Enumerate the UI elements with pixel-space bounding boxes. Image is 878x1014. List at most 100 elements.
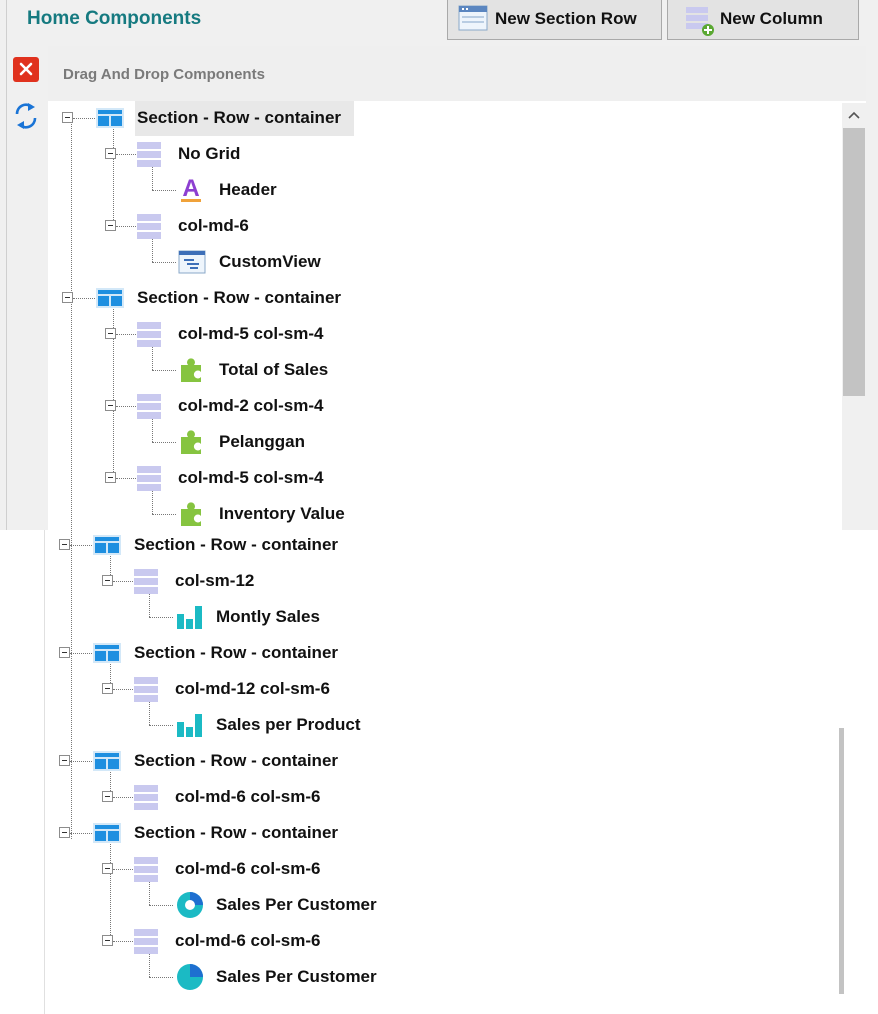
tree-connector [113,869,133,870]
column-icon [137,322,161,347]
tree-node-label[interactable]: Section - Row - container [137,288,341,308]
tree-node-label[interactable]: Sales Per Customer [216,895,377,915]
tree-connector [149,977,173,978]
tree-node-label[interactable]: col-sm-12 [175,571,254,591]
new-column-button[interactable]: New Column [667,0,859,40]
tree-connector [152,514,176,515]
tree-connector [116,406,136,407]
bar-chart-icon [177,606,202,629]
tree-connector [70,653,92,654]
tree-connector [73,118,95,119]
svg-text:A: A [182,176,199,202]
frame-border [6,0,7,530]
tree-node-label[interactable]: Sales per Product [216,715,361,735]
collapse-toggle[interactable] [105,328,116,339]
section-icon [96,108,124,128]
collapse-toggle[interactable] [102,791,113,802]
tree-node-label[interactable]: col-md-6 [178,216,249,236]
tree-node-label[interactable]: col-md-2 col-sm-4 [178,396,323,416]
close-button[interactable] [13,57,39,82]
collapse-toggle[interactable] [102,683,113,694]
tree-connector [152,442,176,443]
tree-connector [113,581,133,582]
close-icon [19,62,33,76]
collapse-toggle[interactable] [59,647,70,658]
bar-chart-icon [177,714,202,737]
tree-connector [149,617,173,618]
tree-connector [149,725,173,726]
tree-node-label[interactable]: CustomView [219,252,321,272]
section-icon [96,288,124,308]
tree-connector [71,124,72,839]
collapse-toggle[interactable] [62,292,73,303]
puzzle-icon [181,358,201,382]
tree-connector [113,689,133,690]
tree-node-label[interactable]: col-md-5 col-sm-4 [178,468,323,488]
tree-connector [70,761,92,762]
collapse-toggle[interactable] [59,539,70,550]
collapse-toggle[interactable] [102,575,113,586]
collapse-toggle[interactable] [102,863,113,874]
collapse-toggle[interactable] [62,112,73,123]
column-icon [137,214,161,239]
tree-node-label[interactable]: Section - Row - container [134,535,338,555]
section-icon [93,823,121,843]
column-icon [134,677,158,702]
right-frame [866,46,878,530]
scrollbar-thumb-lower[interactable] [839,728,844,994]
tree-node-label[interactable]: Sales Per Customer [216,967,377,987]
scrollbar-thumb[interactable] [843,128,865,396]
new-section-row-button[interactable]: New Section Row [447,0,662,40]
tree-node-label[interactable]: Section - Row - container [134,823,338,843]
collapse-toggle[interactable] [59,755,70,766]
tree-connector [116,334,136,335]
tree-node-label[interactable]: col-md-6 col-sm-6 [175,859,320,879]
collapse-toggle[interactable] [105,148,116,159]
collapse-toggle[interactable] [102,935,113,946]
tree-connector [113,941,133,942]
tree-node-label[interactable]: Inventory Value [219,504,345,524]
tree-node-label[interactable]: Header [219,180,277,200]
pie-chart-icon [177,964,203,990]
tree-node-label[interactable]: No Grid [178,144,240,164]
tree-node-label[interactable]: Total of Sales [219,360,328,380]
column-icon [137,466,161,491]
tree-connector [70,545,92,546]
tree-connector [73,298,95,299]
components-header-label: Drag And Drop Components [63,66,265,83]
collapse-toggle[interactable] [105,472,116,483]
tree-node-label[interactable]: col-md-6 col-sm-6 [175,931,320,951]
panel-title: Home Components [27,8,202,29]
tree-node-label[interactable]: Section - Row - container [134,751,338,771]
section-icon [93,751,121,771]
tree-connector [70,833,92,834]
text-header-icon: A [181,176,201,202]
tree-node-label[interactable]: Section - Row - container [134,643,338,663]
section-icon [93,535,121,555]
new-column-icon [686,7,714,36]
tree-border [44,530,45,1014]
refresh-icon [15,103,37,129]
tree-connector [116,478,136,479]
vertical-scrollbar[interactable] [842,103,866,530]
column-icon [134,785,158,810]
scroll-up-icon[interactable] [848,111,860,119]
tree-node-label[interactable]: Montly Sales [216,607,320,627]
column-icon [134,929,158,954]
tree-connector [110,839,111,941]
collapse-toggle[interactable] [59,827,70,838]
column-icon [134,569,158,594]
donut-chart-icon [177,892,203,918]
tree-node-label[interactable]: Pelanggan [219,432,305,452]
tree-node-label[interactable]: col-md-12 col-sm-6 [175,679,330,699]
section-row-icon [458,5,488,31]
column-icon [137,142,161,167]
tree-node-label[interactable]: Section - Row - container [137,108,341,128]
new-section-row-label: New Section Row [495,9,637,28]
tree-connector [116,154,136,155]
tree-node-label[interactable]: col-md-5 col-sm-4 [178,324,323,344]
collapse-toggle[interactable] [105,400,116,411]
tree-node-label[interactable]: col-md-6 col-sm-6 [175,787,320,807]
collapse-toggle[interactable] [105,220,116,231]
refresh-button[interactable] [11,99,41,133]
